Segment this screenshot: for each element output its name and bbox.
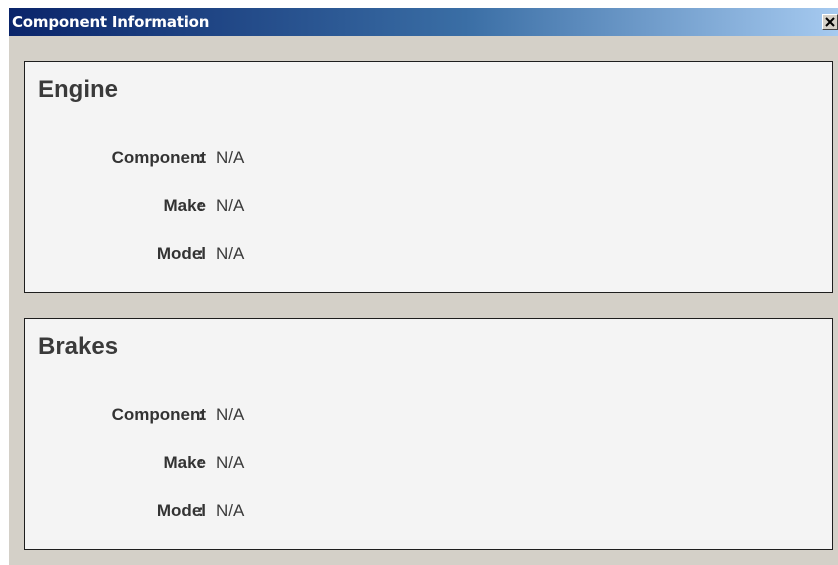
model-value: N/A (216, 244, 245, 263)
window-title: Component Information (12, 13, 210, 31)
close-icon (825, 17, 835, 27)
component-value: N/A (216, 148, 245, 167)
model-row: Model : N/A (25, 244, 832, 268)
model-value: N/A (216, 501, 245, 520)
close-button[interactable] (822, 14, 838, 30)
component-value: N/A (216, 405, 245, 424)
component-row: Component : N/A (25, 148, 832, 172)
make-value: N/A (216, 196, 245, 215)
label-colon: : (198, 453, 204, 472)
label-colon: : (198, 244, 204, 263)
engine-panel: Engine Component : N/A Make : N/A Model … (24, 61, 833, 293)
title-bar[interactable]: Component Information (9, 8, 838, 36)
component-information-window: Component Information Engine Component :… (9, 8, 838, 565)
label-colon: : (198, 501, 204, 520)
panel-title: Engine (38, 76, 119, 103)
brakes-panel: Brakes Component : N/A Make : N/A Model … (24, 318, 833, 550)
label-colon: : (198, 148, 204, 167)
make-row: Make : N/A (25, 453, 832, 477)
model-row: Model : N/A (25, 501, 832, 525)
component-label: Component (111, 148, 206, 167)
make-value: N/A (216, 453, 245, 472)
component-row: Component : N/A (25, 405, 832, 429)
label-colon: : (198, 196, 204, 215)
panel-title: Brakes (38, 333, 119, 360)
make-row: Make : N/A (25, 196, 832, 220)
label-colon: : (198, 405, 204, 424)
component-label: Component (111, 405, 206, 424)
